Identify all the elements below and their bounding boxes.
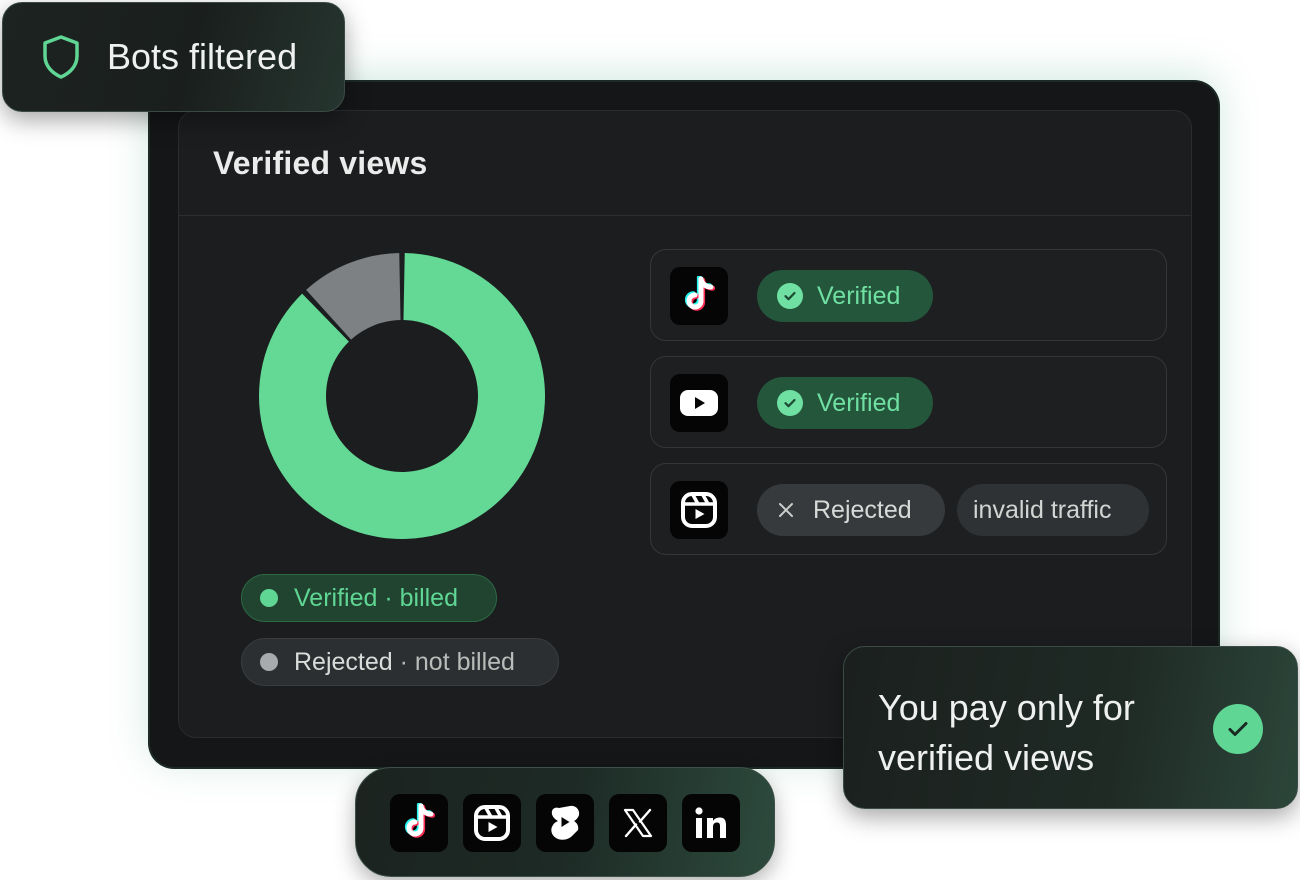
rejection-reason-label: invalid traffic	[973, 495, 1112, 524]
legend-rejected-dot	[260, 653, 278, 671]
status-badge-rejected: Rejected	[757, 484, 945, 536]
check-icon	[1213, 704, 1263, 754]
pay-card-text: You pay only for verified views	[878, 687, 1135, 778]
status-badge-verified: Verified	[757, 270, 933, 322]
x-icon[interactable]	[609, 794, 667, 852]
rejection-reason-badge: invalid traffic	[957, 484, 1149, 536]
bots-filtered-label: Bots filtered	[107, 36, 298, 77]
verified-views-card: Verified views Verified · billed Rejecte…	[178, 110, 1192, 738]
instagram-reels-icon	[670, 481, 728, 539]
youtube-icon	[670, 374, 728, 432]
donut-chart	[259, 253, 545, 539]
platform-row-youtube: Verified	[650, 356, 1167, 448]
legend-rejected-label: Rejected	[294, 647, 393, 676]
legend-verified-dot	[260, 589, 278, 607]
card-divider	[179, 215, 1191, 216]
linkedin-icon[interactable]	[682, 794, 740, 852]
legend-verified-sub: · billed	[377, 583, 458, 612]
check-circle-icon	[777, 390, 803, 416]
status-label: Verified	[817, 388, 901, 417]
status-label: Rejected	[813, 495, 912, 524]
legend-verified-label: Verified	[294, 583, 378, 612]
pay-only-verified-card: You pay only for verified views	[843, 646, 1298, 809]
youtube-shorts-icon[interactable]	[536, 794, 594, 852]
donut-slice-verified	[259, 253, 545, 539]
check-circle-icon	[777, 283, 803, 309]
tiktok-icon	[670, 267, 728, 325]
instagram-reels-icon[interactable]	[463, 794, 521, 852]
close-icon	[777, 501, 795, 519]
platform-row-tiktok: Verified	[650, 249, 1167, 341]
tiktok-icon[interactable]	[390, 794, 448, 852]
card-title: Verified views	[213, 145, 428, 181]
stage: Verified views Verified · billed Rejecte…	[0, 0, 1300, 880]
status-badge-verified: Verified	[757, 377, 933, 429]
legend-rejected: Rejected · not billed	[241, 638, 559, 686]
shield-icon	[41, 34, 81, 80]
bots-filtered-badge: Bots filtered	[2, 2, 345, 112]
legend-rejected-sub: · not billed	[392, 647, 515, 676]
platform-row-instagram-reels: Rejected invalid traffic	[650, 463, 1167, 555]
platform-strip	[355, 767, 775, 877]
status-label: Verified	[817, 281, 901, 310]
legend-verified: Verified · billed	[241, 574, 497, 622]
